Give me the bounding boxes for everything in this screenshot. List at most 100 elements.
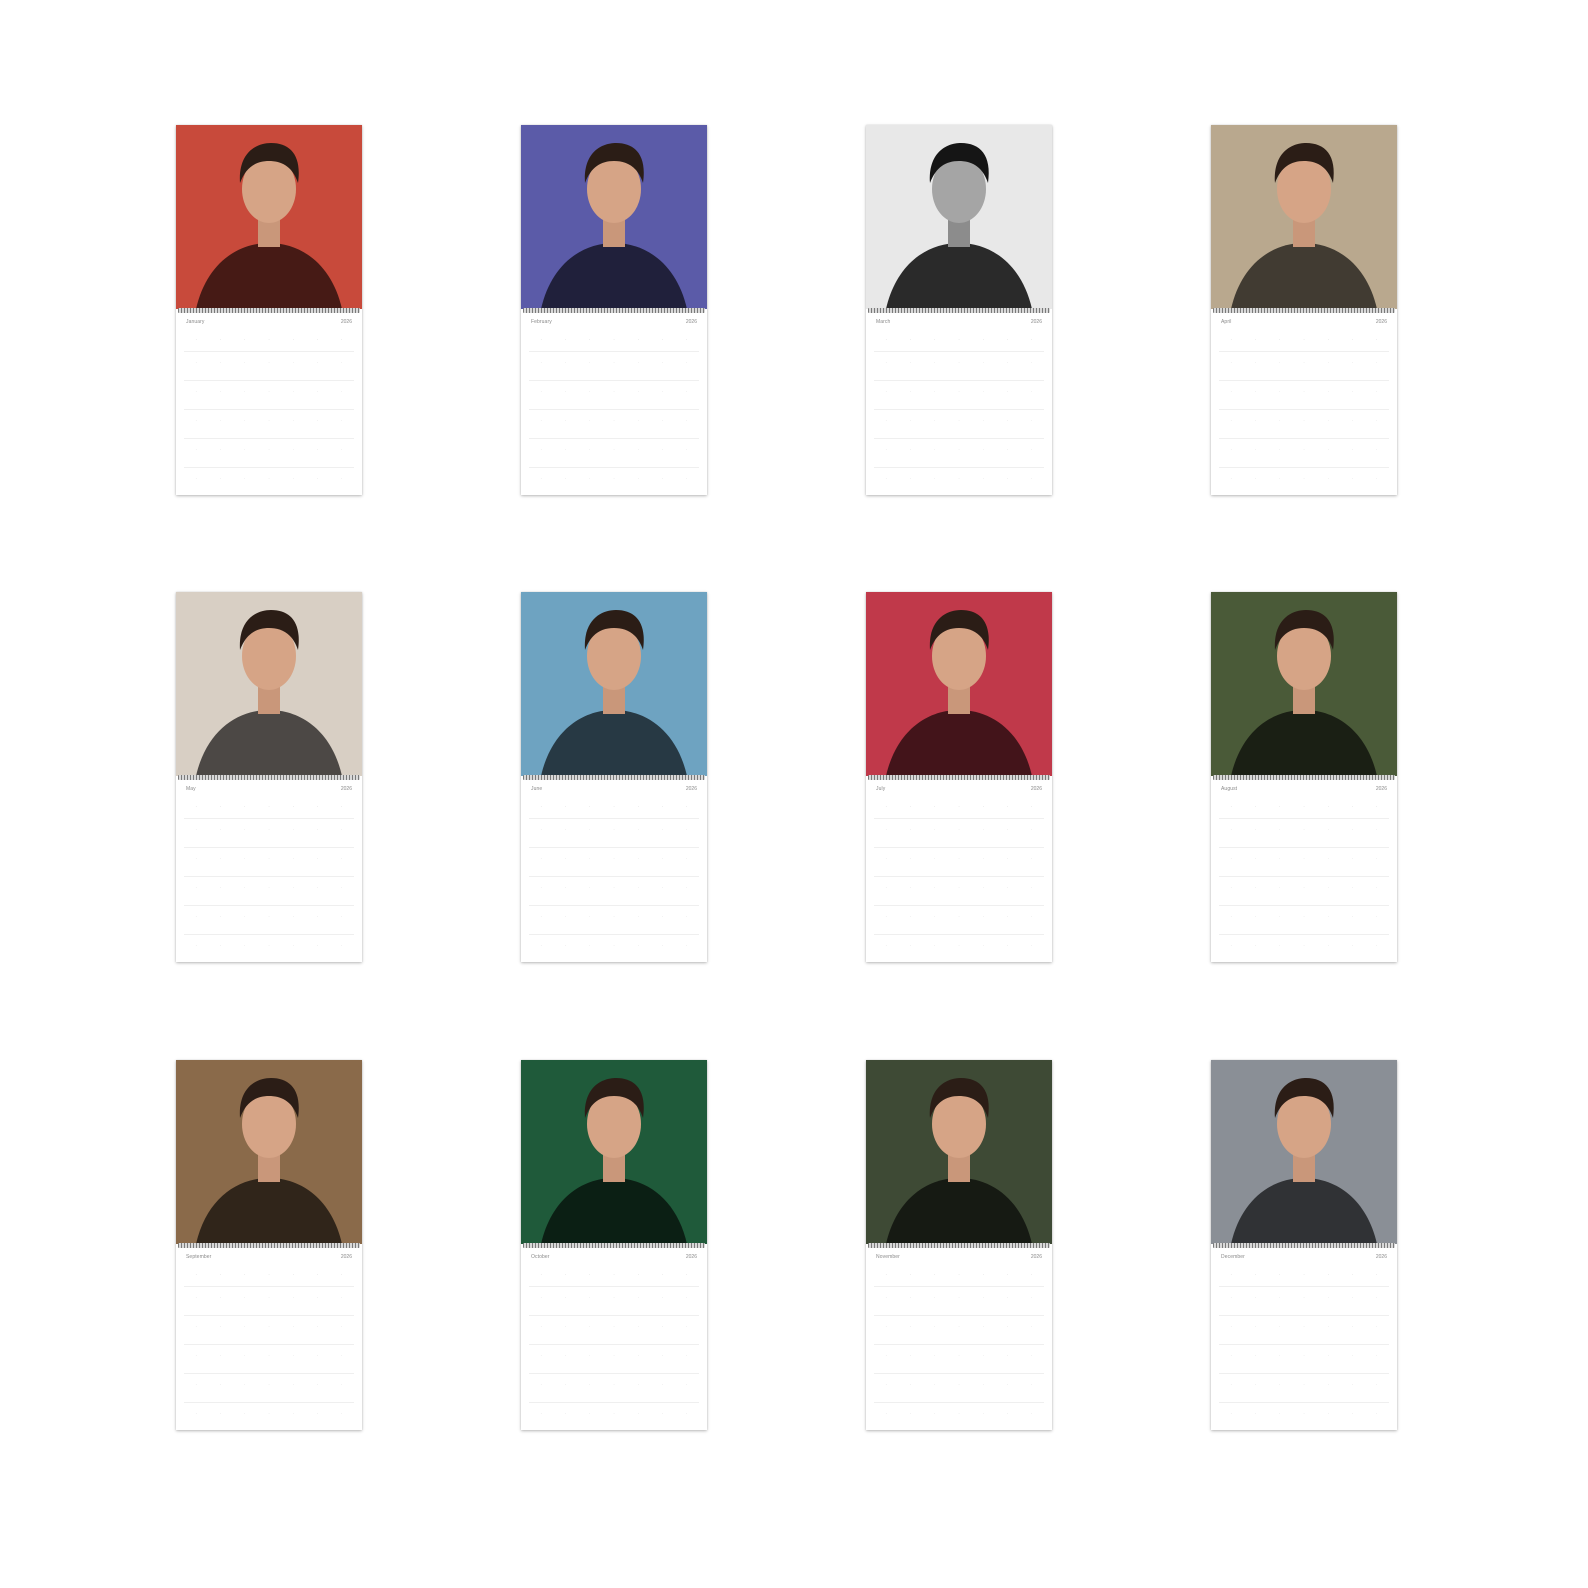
week-row: · · · · · · ·: [1219, 351, 1389, 380]
date-cell: ·: [195, 1353, 197, 1358]
date-cell: ·: [934, 418, 936, 423]
date-cell: ·: [1376, 1382, 1378, 1387]
date-cell: ·: [909, 1295, 912, 1300]
week-row: · · · · · · ·: [529, 1315, 699, 1344]
date-cell: ·: [1376, 476, 1378, 481]
date-cell: ·: [341, 1353, 343, 1358]
date-cell: ·: [195, 914, 197, 919]
date-cell: ·: [1279, 418, 1281, 423]
week-row: · · · · · · ·: [1219, 380, 1389, 409]
date-cell: ·: [1230, 914, 1232, 919]
date-cell: ·: [268, 1411, 270, 1416]
date-cell: ·: [195, 1382, 197, 1387]
date-cell: ·: [341, 476, 343, 481]
week-row: · · · · · · ·: [1219, 467, 1389, 496]
weekday-header: · · · · · · ·: [874, 335, 1044, 345]
date-cell: ·: [885, 827, 887, 832]
date-cell: ·: [268, 389, 270, 394]
date-cell: ·: [219, 914, 222, 919]
date-cell: ·: [661, 476, 664, 481]
month-grid-page: January 2026 · · · · · · · · · · · · · · · · · · · · · · · · · · · · ·…: [176, 315, 362, 495]
calendar-page[interactable]: October 2026 · · · · · · · · · · · · · · · · · · · · · · · · · · · · ·…: [521, 1060, 707, 1430]
weekday-tick: ·: [1327, 1272, 1329, 1277]
date-cell: ·: [244, 885, 246, 890]
date-cell: ·: [613, 476, 615, 481]
date-cell: ·: [1230, 856, 1232, 861]
year-label: 2026: [1030, 1254, 1042, 1260]
date-cell: ·: [637, 914, 639, 919]
date-rows: · · · · · · · · · · · · · · · · · · · · · · · · · · · · · · · · · · ·: [529, 1286, 699, 1431]
weekday-tick: ·: [1006, 1272, 1009, 1277]
calendar-page[interactable]: December 2026 · · · · · · · · · · · · · · · · · · · · · · · · · · · ·…: [1211, 1060, 1397, 1430]
calendar-page[interactable]: August 2026 · · · · · · · · · · · · · · · · · · · · · · · · · · · · · ·…: [1211, 592, 1397, 962]
week-row: · · · · · · ·: [184, 438, 354, 467]
date-cell: ·: [1376, 1353, 1378, 1358]
date-cell: ·: [686, 1324, 688, 1329]
date-cell: ·: [661, 389, 664, 394]
date-cell: ·: [909, 856, 912, 861]
date-cell: ·: [1031, 1324, 1033, 1329]
date-cell: ·: [341, 447, 343, 452]
week-row: · · · · · · ·: [1219, 1315, 1389, 1344]
date-cell: ·: [195, 447, 197, 452]
calendar-page[interactable]: September 2026 · · · · · · · · · · · · · · · · · · · · · · · · · · ·…: [176, 1060, 362, 1430]
month-grid-page: March 2026 · · · · · · · · · · · · · · · · · · · · · · · · · · · · · · ·…: [866, 315, 1052, 495]
date-cell: ·: [1006, 943, 1009, 948]
weekday-tick: ·: [292, 804, 294, 809]
week-row: · · · · · · ·: [529, 847, 699, 876]
date-cell: ·: [564, 1411, 567, 1416]
month-name: February: [531, 319, 552, 325]
calendar-page[interactable]: February 2026 · · · · · · · · · · · · · · · · · · · · · · · · · · · ·…: [521, 125, 707, 495]
date-cell: ·: [885, 1295, 887, 1300]
date-cell: ·: [195, 476, 197, 481]
date-cell: ·: [1303, 476, 1305, 481]
date-cell: ·: [637, 389, 639, 394]
date-cell: ·: [637, 360, 639, 365]
date-cell: ·: [982, 885, 984, 890]
calendar-page[interactable]: May 2026 · · · · · · · · · · · · · · · · · · · · · · · · · · · · · · · · ·…: [176, 592, 362, 962]
date-cell: ·: [1279, 1411, 1281, 1416]
calendar-page[interactable]: April 2026 · · · · · · · · · · · · · · · · · · · · · · · · · · · · · · ·…: [1211, 125, 1397, 495]
date-cell: ·: [982, 856, 984, 861]
date-rows: · · · · · · · · · · · · · · · · · · · · · · · · · · · · · · · · · · ·: [1219, 351, 1389, 496]
calendar-page[interactable]: January 2026 · · · · · · · · · · · · · · · · · · · · · · · · · · · · ·…: [176, 125, 362, 495]
date-cell: ·: [1254, 360, 1257, 365]
date-cell: ·: [540, 914, 542, 919]
weekday-header: · · · · · · ·: [184, 1270, 354, 1280]
date-cell: ·: [637, 476, 639, 481]
date-cell: ·: [1351, 1295, 1354, 1300]
date-cell: ·: [564, 914, 567, 919]
date-cell: ·: [1279, 914, 1281, 919]
date-cell: ·: [564, 827, 567, 832]
weekday-tick: ·: [1279, 804, 1281, 809]
weekday-tick: ·: [1230, 804, 1232, 809]
date-cell: ·: [1230, 476, 1232, 481]
date-cell: ·: [909, 885, 912, 890]
date-cell: ·: [341, 914, 343, 919]
date-cell: ·: [292, 389, 294, 394]
weekday-tick: ·: [292, 1272, 294, 1277]
date-cell: ·: [1031, 885, 1033, 890]
date-cell: ·: [589, 1324, 591, 1329]
calendar-page[interactable]: June 2026 · · · · · · · · · · · · · · · · · · · · · · · · · · · · · · · ·…: [521, 592, 707, 962]
date-cell: ·: [686, 389, 688, 394]
weekday-tick: ·: [686, 804, 688, 809]
calendar-page[interactable]: November 2026 · · · · · · · · · · · · · · · · · · · · · · · · · · · ·…: [866, 1060, 1052, 1430]
date-cell: ·: [589, 827, 591, 832]
calendar-page[interactable]: July 2026 · · · · · · · · · · · · · · · · · · · · · · · · · · · · · · · ·…: [866, 592, 1052, 962]
date-cell: ·: [564, 418, 567, 423]
date-cell: ·: [1031, 827, 1033, 832]
date-cell: ·: [268, 914, 270, 919]
date-cell: ·: [885, 360, 887, 365]
date-cell: ·: [1006, 885, 1009, 890]
weekday-tick: ·: [1031, 804, 1033, 809]
date-cell: ·: [1031, 389, 1033, 394]
date-cell: ·: [1303, 1353, 1305, 1358]
calendar-page[interactable]: March 2026 · · · · · · · · · · · · · · · · · · · · · · · · · · · · · · ·…: [866, 125, 1052, 495]
month-name: October: [531, 1254, 550, 1260]
date-cell: ·: [1279, 1353, 1281, 1358]
date-cell: ·: [1351, 389, 1354, 394]
week-row: · · · · · · ·: [874, 847, 1044, 876]
week-row: · · · · · · ·: [529, 818, 699, 847]
date-cell: ·: [1327, 943, 1329, 948]
